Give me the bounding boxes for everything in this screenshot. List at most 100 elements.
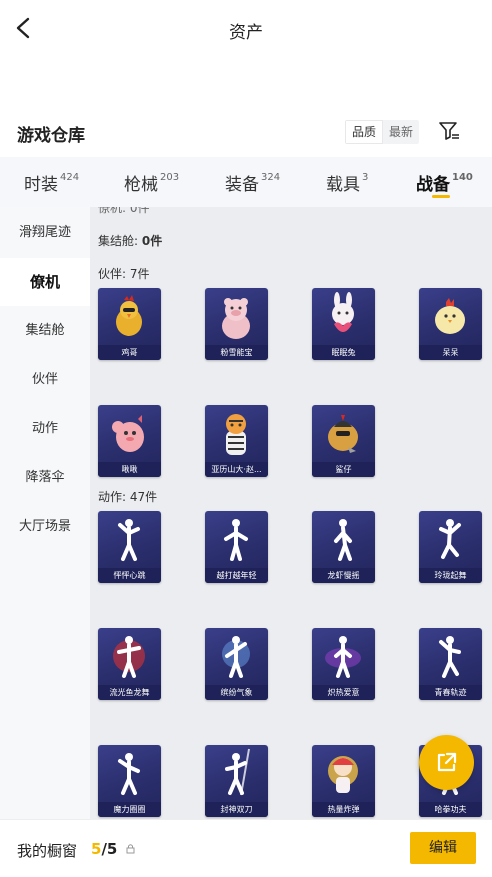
sidebar-item-lobby-scene[interactable]: 大厅场景 — [0, 503, 90, 551]
chick-figure-icon — [435, 298, 465, 334]
tab-label: 时装 — [24, 175, 58, 195]
pink-bear-figure-icon — [222, 298, 250, 339]
tab-count: 424 — [60, 172, 80, 184]
sort-latest[interactable]: 最新 — [383, 120, 419, 144]
item-card[interactable]: 封神双刀 — [205, 745, 268, 817]
tiger-figure-icon — [226, 414, 246, 455]
tab-combat-gear[interactable]: 战备 140 — [416, 170, 473, 195]
item-card[interactable]: 热量炸弹 — [312, 745, 375, 817]
item-card[interactable]: 啾啾 — [98, 405, 161, 477]
dancer-silhouette-icon — [118, 519, 140, 561]
sidebar-item-wingman[interactable]: 僚机 — [0, 258, 90, 306]
item-card[interactable]: 缤纷气象 — [205, 628, 268, 700]
item-card[interactable]: 玲珑起舞 — [419, 511, 482, 583]
showcase-count: 5/5 — [91, 840, 117, 858]
item-card[interactable]: 鲨仔 — [312, 405, 375, 477]
tab-equipment[interactable]: 装备 324 — [225, 170, 280, 195]
item-card[interactable]: 青春轨迹 — [419, 628, 482, 700]
dancer-silhouette-icon — [439, 636, 461, 678]
sort-quality[interactable]: 品质 — [345, 120, 384, 144]
category-tabs: 时装 424 枪械 203 装备 324 载具 3 战备 140 — [0, 157, 492, 207]
item-name: 呆呆 — [419, 345, 482, 360]
item-name: 怦怦心跳 — [98, 568, 161, 583]
item-card[interactable]: 亚历山大·赵... — [205, 405, 268, 477]
page-title: 资产 — [229, 23, 263, 43]
top-bar: 资产 — [0, 0, 492, 58]
share-icon — [437, 752, 457, 772]
section-header-assembly-pod: 集结舱: 0件 — [98, 234, 163, 248]
section-header-emote: 动作: 47件 — [98, 490, 158, 504]
sidebar-item-emote[interactable]: 动作 — [0, 405, 90, 453]
item-name: 越打越年轻 — [205, 568, 268, 583]
active-tab-indicator — [432, 195, 450, 198]
dancer-silhouette-icon — [113, 636, 145, 678]
dancer-silhouette-icon — [224, 519, 248, 561]
item-card[interactable]: 鸡哥 — [98, 288, 161, 360]
section-count: 47件 — [129, 490, 158, 504]
item-name: 鸡哥 — [98, 345, 161, 360]
filter-button[interactable] — [437, 119, 461, 143]
item-card[interactable]: 炽热爱意 — [312, 628, 375, 700]
dancer-silhouette-icon — [325, 636, 361, 678]
section-count: 7件 — [129, 267, 150, 281]
item-name: 缤纷气象 — [205, 685, 268, 700]
sort-toggle: 品质 最新 — [345, 120, 420, 144]
item-card[interactable]: 越打越年轻 — [205, 511, 268, 583]
sidebar: 滑翔尾迹 僚机 集结舱 伙伴 动作 降落伞 大厅场景 — [0, 207, 90, 819]
tab-label: 枪械 — [124, 175, 158, 195]
share-button[interactable] — [419, 735, 474, 790]
tab-count: 3 — [362, 172, 369, 184]
bunny-figure-icon — [332, 292, 354, 332]
dancer-silhouette-icon — [225, 748, 250, 796]
tab-count: 324 — [261, 172, 281, 184]
item-card[interactable]: 呆呆 — [419, 288, 482, 360]
item-name: 流光鱼龙舞 — [98, 685, 161, 700]
item-card[interactable]: 眠眠兔 — [312, 288, 375, 360]
tab-weapons[interactable]: 枪械 203 — [124, 170, 179, 195]
section-name: 动作 — [98, 490, 123, 504]
sidebar-item-glide-trail[interactable]: 滑翔尾迹 — [0, 209, 90, 257]
item-card[interactable]: 流光鱼龙舞 — [98, 628, 161, 700]
showcase-count-total: /5 — [101, 840, 118, 858]
edit-button[interactable]: 编辑 — [410, 832, 476, 864]
tab-label: 载具 — [326, 175, 360, 195]
item-card[interactable]: 怦怦心跳 — [98, 511, 161, 583]
item-name: 魔力圈圈 — [98, 802, 161, 817]
shark-figure-icon — [328, 415, 358, 453]
lock-icon — [126, 844, 135, 854]
item-name: 鲨仔 — [312, 462, 375, 477]
dancer-silhouette-icon — [334, 519, 352, 561]
filter-icon — [439, 122, 459, 140]
tab-count: 203 — [160, 172, 180, 184]
item-grid[interactable]: 僚机: 0件 集结舱: 0件 伙伴: 7件 鸡哥 粉雪能宝 眠眠兔 呆呆 啾啾 … — [90, 207, 492, 819]
item-name: 眠眠兔 — [312, 345, 375, 360]
section-count: 0件 — [141, 234, 163, 248]
dancer-silhouette-icon — [222, 636, 250, 678]
item-name: 啾啾 — [98, 462, 161, 477]
tab-fashion[interactable]: 时装 424 — [24, 170, 79, 195]
item-name: 封神双刀 — [205, 802, 268, 817]
dancer-silhouette-icon — [118, 753, 140, 795]
bottom-bar: 我的橱窗 5/5 编辑 — [0, 819, 492, 877]
sidebar-item-parachute[interactable]: 降落伞 — [0, 454, 90, 502]
warehouse-title: 游戏仓库 — [17, 126, 85, 146]
tab-label: 战备 — [416, 175, 450, 195]
rooster-figure-icon — [116, 295, 142, 336]
item-card[interactable]: 魔力圈圈 — [98, 745, 161, 817]
item-name: 炽热爱意 — [312, 685, 375, 700]
section-name: 集结舱 — [98, 234, 135, 248]
dancer-silhouette-icon — [439, 519, 461, 559]
tab-vehicles[interactable]: 载具 3 — [326, 170, 368, 195]
item-card[interactable]: 粉雪能宝 — [205, 288, 268, 360]
item-name: 玲珑起舞 — [419, 568, 482, 583]
item-name: 龙虾慢摇 — [312, 568, 375, 583]
sidebar-item-assembly-pod[interactable]: 集结舱 — [0, 307, 90, 355]
character-figure-icon — [328, 756, 358, 793]
sidebar-item-partner[interactable]: 伙伴 — [0, 356, 90, 404]
section-header-wingman: 僚机: 0件 — [98, 207, 150, 215]
tab-count: 140 — [452, 172, 473, 184]
section-header-partner: 伙伴: 7件 — [98, 267, 150, 281]
section-name: 伙伴 — [98, 267, 123, 281]
item-card[interactable]: 龙虾慢摇 — [312, 511, 375, 583]
pink-bird-figure-icon — [112, 415, 144, 452]
